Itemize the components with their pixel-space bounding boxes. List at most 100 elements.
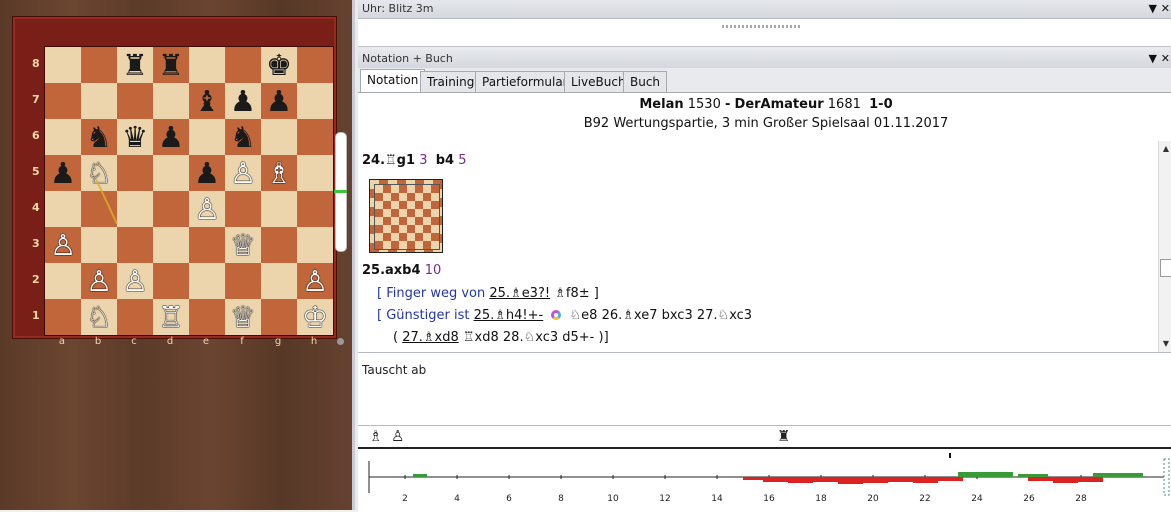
white-bishop-icon[interactable]: ♗ xyxy=(266,155,292,191)
square-h1[interactable]: ♔ xyxy=(297,299,333,335)
square-g6[interactable] xyxy=(261,119,297,155)
black-rook-icon[interactable]: ♜ xyxy=(122,47,148,83)
square-e6[interactable] xyxy=(189,119,225,155)
square-c4[interactable] xyxy=(117,191,153,227)
square-e5[interactable]: ♟ xyxy=(189,155,225,191)
white-pawn-icon[interactable]: ♙ xyxy=(86,263,112,299)
black-knight-icon[interactable]: ♞ xyxy=(230,119,256,155)
square-b8[interactable] xyxy=(81,47,117,83)
square-c3[interactable] xyxy=(117,227,153,263)
move-24-black[interactable]: b4 xyxy=(436,153,454,168)
square-h7[interactable] xyxy=(297,83,333,119)
square-f1[interactable]: ♕ xyxy=(225,299,261,335)
square-b2[interactable]: ♙ xyxy=(81,263,117,299)
square-d5[interactable] xyxy=(153,155,189,191)
square-c5[interactable] xyxy=(117,155,153,191)
black-pawn-icon[interactable]: ♟ xyxy=(50,155,76,191)
black-pawn-icon[interactable]: ♟ xyxy=(230,83,256,119)
black-rook-icon[interactable]: ♜ xyxy=(158,47,184,83)
square-e4[interactable]: ♙ xyxy=(189,191,225,227)
diagram-thumbnail[interactable] xyxy=(369,179,443,253)
scroll-up-icon[interactable]: ▲ xyxy=(1161,144,1171,154)
scroll-down-icon[interactable]: ▼ xyxy=(1161,339,1171,349)
black-queen-icon[interactable]: ♛ xyxy=(122,119,148,155)
square-g2[interactable] xyxy=(261,263,297,299)
move-25-white[interactable]: 25.axb4 xyxy=(362,263,421,278)
white-pawn-icon[interactable]: ♙ xyxy=(122,263,148,299)
variation-move[interactable]: 27.♗xd8 xyxy=(402,330,459,345)
black-pawn-icon[interactable]: ♟ xyxy=(194,155,220,191)
notation-scrollbar[interactable]: ▲ ▼ xyxy=(1158,141,1171,352)
white-king-icon[interactable]: ♔ xyxy=(302,299,328,335)
square-f4[interactable] xyxy=(225,191,261,227)
square-g5[interactable]: ♗ xyxy=(261,155,297,191)
variation-move[interactable]: 25.♗e3?! xyxy=(489,286,550,301)
white-knight-icon[interactable]: ♘ xyxy=(86,299,112,335)
square-e8[interactable] xyxy=(189,47,225,83)
square-h3[interactable] xyxy=(297,227,333,263)
square-d2[interactable] xyxy=(153,263,189,299)
square-f8[interactable] xyxy=(225,47,261,83)
square-a1[interactable] xyxy=(45,299,81,335)
square-d8[interactable]: ♜ xyxy=(153,47,189,83)
square-a5[interactable]: ♟ xyxy=(45,155,81,191)
white-pawn-icon[interactable]: ♙ xyxy=(230,155,256,191)
square-a2[interactable] xyxy=(45,263,81,299)
chess-board[interactable]: ♜ ♜ ♚ ♝ ♟ ♟ ♞ ♛ ♟ ♞ ♟ ♘ ♟ ♙ ♗ ♙ ♙ ♕ ♙ ♙ ♙ ♘ ♖ ♕ ♔ xyxy=(44,46,334,336)
close-icon[interactable]: ✕ xyxy=(1161,50,1170,68)
square-e1[interactable] xyxy=(189,299,225,335)
square-f5[interactable]: ♙ xyxy=(225,155,261,191)
square-g1[interactable] xyxy=(261,299,297,335)
panel-menu-icon[interactable]: ▼ xyxy=(1149,0,1157,18)
evaluation-graph[interactable]: 2 4 6 8 10 12 14 16 18 20 22 24 26 28 xyxy=(358,447,1171,512)
tab-notation[interactable]: Notation xyxy=(360,69,426,93)
square-d3[interactable] xyxy=(153,227,189,263)
square-a8[interactable] xyxy=(45,47,81,83)
tab-training[interactable]: Training xyxy=(420,71,482,92)
white-rook-icon[interactable]: ♖ xyxy=(158,299,184,335)
resize-handle[interactable] xyxy=(337,338,344,345)
square-d7[interactable] xyxy=(153,83,189,119)
square-e3[interactable] xyxy=(189,227,225,263)
black-bishop-icon[interactable]: ♝ xyxy=(194,83,220,119)
white-pawn-icon[interactable]: ♙ xyxy=(194,191,220,227)
square-b1[interactable]: ♘ xyxy=(81,299,117,335)
square-c8[interactable]: ♜ xyxy=(117,47,153,83)
square-c1[interactable] xyxy=(117,299,153,335)
square-c2[interactable]: ♙ xyxy=(117,263,153,299)
white-knight-icon[interactable]: ♘ xyxy=(86,155,112,191)
white-pawn-icon[interactable]: ♙ xyxy=(302,263,328,299)
square-b5[interactable]: ♘ xyxy=(81,155,117,191)
comment-pane[interactable]: Tauscht ab xyxy=(358,352,1171,426)
variation-move[interactable]: 25.♗h4!+- xyxy=(474,308,544,323)
square-c6[interactable]: ♛ xyxy=(117,119,153,155)
square-h6[interactable] xyxy=(297,119,333,155)
square-c7[interactable] xyxy=(117,83,153,119)
square-g4[interactable] xyxy=(261,191,297,227)
square-h8[interactable] xyxy=(297,47,333,83)
close-icon[interactable]: ✕ xyxy=(1161,0,1170,18)
square-f2[interactable] xyxy=(225,263,261,299)
square-b6[interactable]: ♞ xyxy=(81,119,117,155)
square-d1[interactable]: ♖ xyxy=(153,299,189,335)
white-queen-icon[interactable]: ♕ xyxy=(230,299,256,335)
square-g7[interactable]: ♟ xyxy=(261,83,297,119)
square-g8[interactable]: ♚ xyxy=(261,47,297,83)
square-a7[interactable] xyxy=(45,83,81,119)
scrollbar-thumb[interactable] xyxy=(1160,259,1171,277)
square-f3[interactable]: ♕ xyxy=(225,227,261,263)
black-pawn-icon[interactable]: ♟ xyxy=(158,119,184,155)
square-h5[interactable] xyxy=(297,155,333,191)
square-e2[interactable] xyxy=(189,263,225,299)
square-f7[interactable]: ♟ xyxy=(225,83,261,119)
black-pawn-icon[interactable]: ♟ xyxy=(266,83,292,119)
notation-pane[interactable]: 24.♖g1 3 b4 5 25.axb4 10 [ Finger weg vo… xyxy=(358,141,1159,352)
tab-partieformular[interactable]: Partieformular xyxy=(475,71,575,92)
variation-reply[interactable]: ♗f8± ] xyxy=(554,286,599,301)
square-a4[interactable] xyxy=(45,191,81,227)
black-knight-icon[interactable]: ♞ xyxy=(86,119,112,155)
square-d4[interactable] xyxy=(153,191,189,227)
white-pawn-icon[interactable]: ♙ xyxy=(50,227,76,263)
variation-line[interactable]: ♖xd8 28.♘xc3 d5+- )] xyxy=(463,330,609,345)
square-f6[interactable]: ♞ xyxy=(225,119,261,155)
